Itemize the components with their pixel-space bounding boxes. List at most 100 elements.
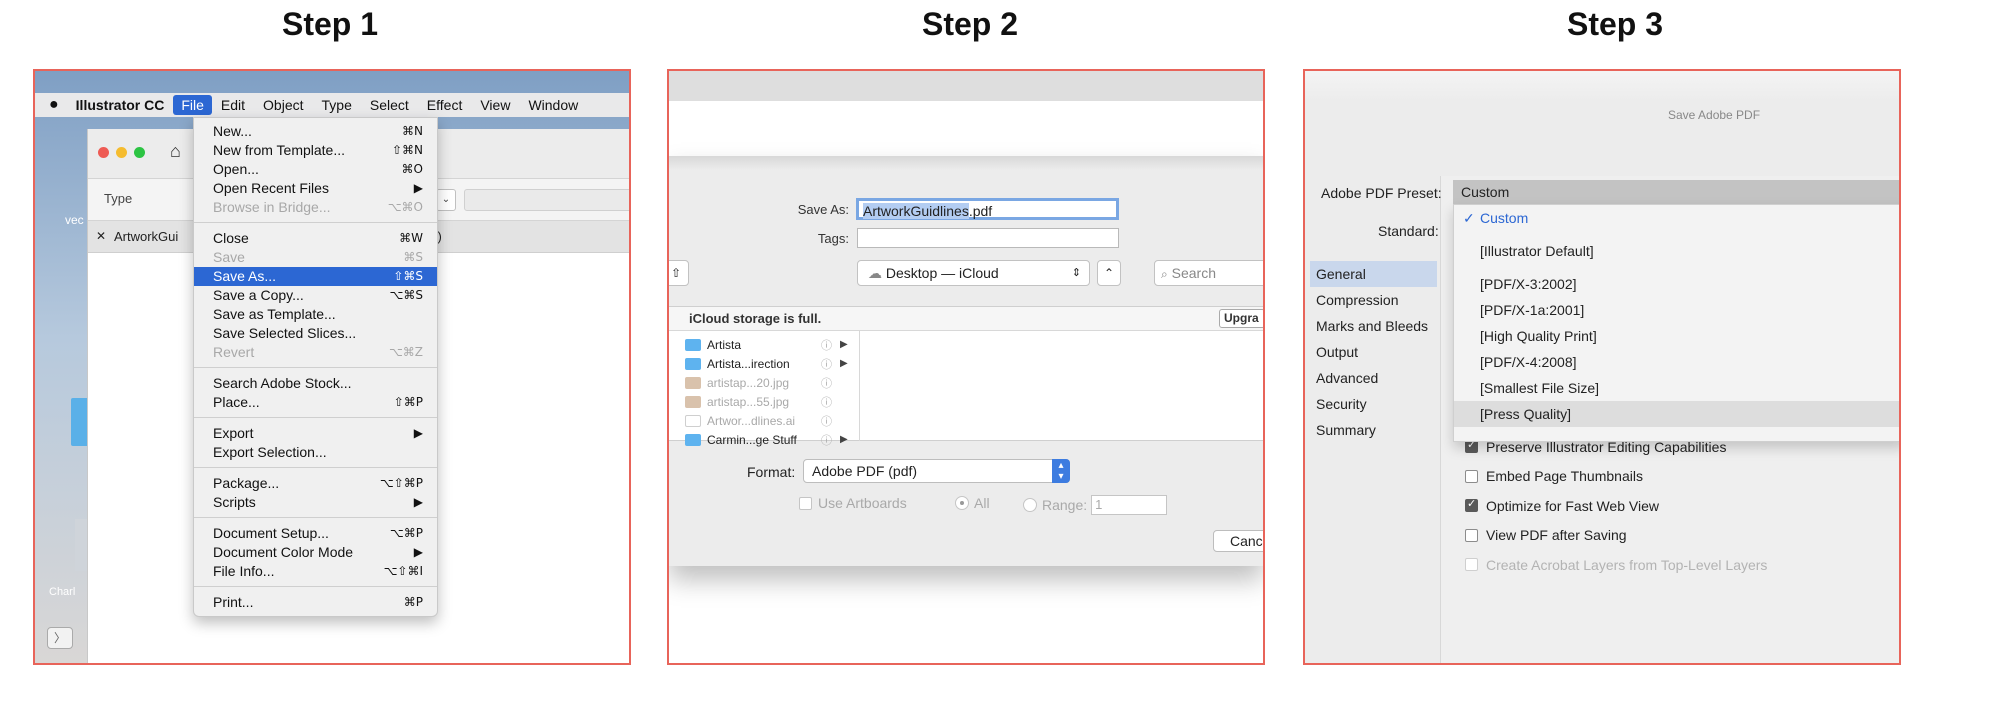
menu-item-label: Package... xyxy=(213,475,280,491)
close-window-icon[interactable] xyxy=(98,147,109,158)
apple-menu-icon[interactable]: ● xyxy=(35,96,67,114)
option-optimize-for-fast-web-view[interactable]: Optimize for Fast Web View xyxy=(1465,491,1767,521)
home-icon[interactable]: ⌂ xyxy=(170,141,181,162)
menu-item-save-as-template[interactable]: Save as Template... xyxy=(194,305,437,324)
file-row[interactable]: Carmin...ge Stuff ⓘ ▶ xyxy=(685,430,859,449)
menu-item-shortcut: ⇧⌘P xyxy=(393,395,423,409)
info-icon[interactable]: ⓘ xyxy=(821,413,832,429)
option-checkbox[interactable] xyxy=(1465,469,1478,483)
preset-option-custom[interactable]: ✓ Custom xyxy=(1454,205,1899,231)
sidebar-item-summary[interactable]: Summary xyxy=(1310,417,1437,443)
zoom-window-icon[interactable] xyxy=(134,147,145,158)
menu-item-place[interactable]: Place... ⇧⌘P xyxy=(194,393,437,412)
column-divider[interactable] xyxy=(859,331,860,441)
search-input[interactable]: ⌕ Search xyxy=(1154,260,1263,286)
format-select[interactable]: Adobe PDF (pdf) ▴ ▾ xyxy=(803,459,1070,483)
file-row[interactable]: artistap...55.jpg ⓘ xyxy=(685,392,859,411)
menu-item-export-selection[interactable]: Export Selection... xyxy=(194,443,437,462)
image-file-icon xyxy=(685,395,701,408)
location-select[interactable]: ☁ Desktop — iCloud ⇕ xyxy=(857,260,1090,286)
preset-option-smallest-file-size[interactable]: [Smallest File Size] xyxy=(1454,375,1899,401)
sidebar-item-compression[interactable]: Compression xyxy=(1310,287,1437,313)
menu-select[interactable]: Select xyxy=(361,97,418,113)
sidebar-item-output[interactable]: Output xyxy=(1310,339,1437,365)
menu-file[interactable]: File xyxy=(173,95,212,115)
document-tab[interactable]: ArtworkGui xyxy=(114,229,178,244)
save-pdf-dialog: Save Adobe PDF Adobe PDF Preset: Custom … xyxy=(1305,101,1899,663)
menu-edit[interactable]: Edit xyxy=(212,97,254,113)
info-icon[interactable]: ⓘ xyxy=(821,394,832,410)
save-as-label: Save As: xyxy=(797,202,849,217)
preset-option-press-quality[interactable]: [Press Quality] xyxy=(1454,401,1899,427)
use-artboards-label: Use Artboards xyxy=(818,495,907,511)
menu-item-new-from-template[interactable]: New from Template... ⇧⌘N xyxy=(194,141,437,160)
menu-effect[interactable]: Effect xyxy=(418,97,472,113)
menu-item-export[interactable]: Export ▶ xyxy=(194,424,437,443)
menu-item-open[interactable]: Open... ⌘O xyxy=(194,160,437,179)
chevron-down-icon[interactable]: ⌄ xyxy=(436,189,456,211)
cancel-button[interactable]: Canc xyxy=(1213,530,1263,552)
path-toggle-button[interactable]: ⇧ xyxy=(669,260,689,286)
menu-item-open-recent-files[interactable]: Open Recent Files ▶ xyxy=(194,179,437,198)
menu-item-label: Search Adobe Stock... xyxy=(213,375,352,391)
menu-item-package[interactable]: Package... ⌥⇧⌘P xyxy=(194,474,437,493)
sidebar-item-marks-and-bleeds[interactable]: Marks and Bleeds xyxy=(1310,313,1437,339)
option-checkbox[interactable] xyxy=(1465,528,1478,542)
info-icon[interactable]: ⓘ xyxy=(821,375,832,391)
menu-item-save-a-copy[interactable]: Save a Copy... ⌥⌘S xyxy=(194,286,437,305)
sidebar-item-security[interactable]: Security xyxy=(1310,391,1437,417)
save-as-input[interactable]: ArtworkGuidlines.pdf xyxy=(856,198,1119,220)
menu-item-document-setup[interactable]: Document Setup... ⌥⌘P xyxy=(194,524,437,543)
forward-arrow-button[interactable]: 〉 xyxy=(47,627,73,649)
upgrade-button[interactable]: Upgra xyxy=(1219,309,1263,328)
menu-object[interactable]: Object xyxy=(254,97,312,113)
menu-item-scripts[interactable]: Scripts ▶ xyxy=(194,493,437,512)
use-artboards-checkbox[interactable] xyxy=(799,496,812,510)
sidebar-item-general[interactable]: General xyxy=(1310,261,1437,287)
preset-option-illustrator-default[interactable]: [Illustrator Default] xyxy=(1454,238,1899,264)
preset-select[interactable]: Custom xyxy=(1453,180,1899,204)
all-option[interactable]: All xyxy=(955,495,990,511)
info-icon[interactable]: ⓘ xyxy=(821,356,832,372)
minimize-window-icon[interactable] xyxy=(116,147,127,158)
sidebar-item-advanced[interactable]: Advanced xyxy=(1310,365,1437,391)
menu-item-search-adobe-stock[interactable]: Search Adobe Stock... xyxy=(194,374,437,393)
file-row[interactable]: artistap...20.jpg ⓘ xyxy=(685,373,859,392)
menu-view[interactable]: View xyxy=(471,97,519,113)
menu-item-print[interactable]: Print... ⌘P xyxy=(194,593,437,612)
option-checkbox[interactable] xyxy=(1465,497,1478,513)
option-view-pdf-after-saving[interactable]: View PDF after Saving xyxy=(1465,521,1767,551)
preset-option-pdf-x-1a-2001[interactable]: [PDF/X-1a:2001] xyxy=(1454,297,1899,323)
menu-item-save-selected-slices[interactable]: Save Selected Slices... xyxy=(194,324,437,343)
menu-item-document-color-mode[interactable]: Document Color Mode ▶ xyxy=(194,543,437,562)
menu-type[interactable]: Type xyxy=(313,97,361,113)
range-input[interactable]: 1 xyxy=(1091,495,1168,515)
file-row[interactable]: Artista...irection ⓘ ▶ xyxy=(685,354,859,373)
file-row[interactable]: Artista ⓘ ▶ xyxy=(685,335,859,354)
use-artboards-option[interactable]: Use Artboards xyxy=(799,495,907,511)
app-menu[interactable]: Illustrator CC xyxy=(67,97,174,113)
menu-window[interactable]: Window xyxy=(519,97,587,113)
collapse-button[interactable]: ⌃ xyxy=(1097,260,1121,286)
dialog-title: Save Adobe PDF xyxy=(1668,108,1761,122)
close-tab-icon[interactable]: ✕ xyxy=(96,229,106,243)
file-row[interactable]: Artwor...dlines.ai ⓘ xyxy=(685,411,859,430)
menu-item-label: Print... xyxy=(213,594,254,610)
info-icon[interactable]: ⓘ xyxy=(821,432,832,448)
preset-option-pdf-x-4-2008[interactable]: [PDF/X-4:2008] xyxy=(1454,349,1899,375)
range-radio[interactable] xyxy=(1023,498,1037,512)
menu-item-new[interactable]: New... ⌘N xyxy=(194,122,437,141)
preset-option-pdf-x-3-2002[interactable]: [PDF/X-3:2002] xyxy=(1454,271,1899,297)
file-list: Artista ⓘ ▶ Artista...irection ⓘ ▶ artistap...… xyxy=(685,335,859,449)
font-style-field[interactable] xyxy=(464,189,629,211)
menu-item-close[interactable]: Close ⌘W xyxy=(194,229,437,248)
tags-input[interactable] xyxy=(857,228,1119,248)
range-option[interactable]: Range: 1 xyxy=(1023,495,1168,515)
menu-item-save-as[interactable]: Save As... ⇧⌘S xyxy=(194,267,437,286)
option-checkbox[interactable] xyxy=(1465,438,1478,454)
option-embed-page-thumbnails[interactable]: Embed Page Thumbnails xyxy=(1465,462,1767,492)
preset-option-high-quality-print[interactable]: [High Quality Print] xyxy=(1454,323,1899,349)
menu-item-file-info[interactable]: File Info... ⌥⇧⌘I xyxy=(194,562,437,581)
info-icon[interactable]: ⓘ xyxy=(821,337,832,353)
all-radio[interactable] xyxy=(955,496,969,510)
